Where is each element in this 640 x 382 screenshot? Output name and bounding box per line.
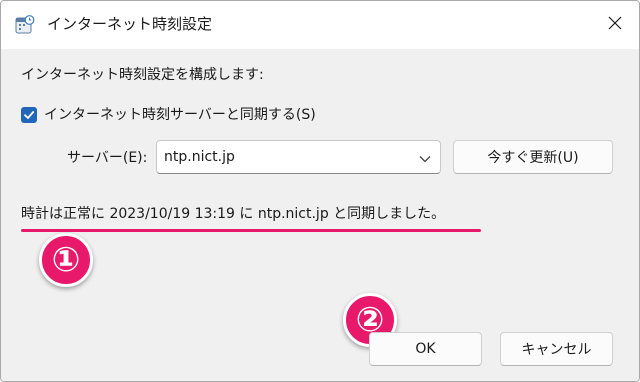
title-bar: インターネット時刻設定: [1, 1, 639, 49]
configure-label: インターネット時刻設定を構成します:: [21, 67, 264, 83]
sync-checkbox-label[interactable]: インターネット時刻サーバーと同期する(S): [44, 106, 316, 124]
sync-status-text: 時計は正常に 2023/10/19 13:19 に ntp.nict.jp と同…: [21, 206, 446, 222]
server-label: サーバー(E):: [67, 150, 148, 166]
status-highlight-underline: [21, 229, 481, 232]
server-value[interactable]: ntp.nict.jp: [164, 148, 235, 166]
close-button[interactable]: [595, 5, 635, 45]
annotation-badge-1: ①: [39, 233, 93, 287]
clock-calendar-icon: [15, 15, 35, 35]
sync-checkbox[interactable]: [21, 107, 37, 123]
checkmark-icon: [24, 111, 35, 119]
close-icon: [608, 16, 622, 34]
ok-button[interactable]: OK: [369, 332, 482, 366]
chevron-down-icon[interactable]: [418, 152, 432, 163]
dialog-body: インターネット時刻設定を構成します: インターネット時刻サーバーと同期する(S)…: [1, 49, 639, 381]
window-title: インターネット時刻設定: [47, 15, 213, 33]
dialog-window: インターネット時刻設定 インターネット時刻設定を構成します: インターネット時刻…: [0, 0, 640, 382]
cancel-button[interactable]: キャンセル: [500, 332, 613, 366]
server-combobox[interactable]: ntp.nict.jp: [156, 140, 441, 174]
sync-checkbox-row[interactable]: インターネット時刻サーバーと同期する(S): [21, 106, 316, 124]
update-now-button[interactable]: 今すぐ更新(U): [453, 140, 613, 174]
